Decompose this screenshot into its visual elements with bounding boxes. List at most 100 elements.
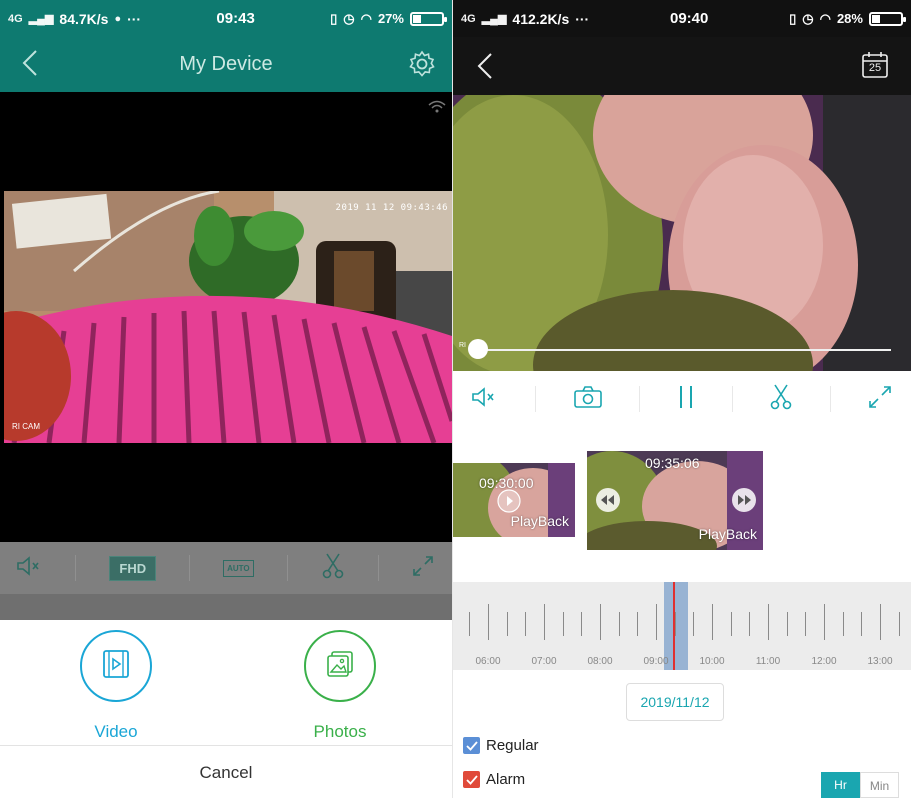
photos-circle[interactable] [304,630,376,702]
wifi-icon: ◠ [360,10,372,26]
battery-percent: 28% [836,11,863,26]
regular-checkbox-icon[interactable] [463,737,480,754]
page-title: My Device [179,53,273,75]
wifi-signal-icon [428,100,446,119]
timeline-tick [824,604,825,640]
auto-button[interactable]: AUTO [223,559,254,577]
vibrate-icon: ▯ [789,10,797,26]
alarm-icon: ◷ [802,10,814,26]
clip-label: PlayBack [510,513,569,529]
scissors-icon[interactable] [769,383,793,416]
timeline-tick [861,612,863,636]
zoom-toggle: Hr Min [821,772,899,798]
clock: 09:40 [669,10,709,27]
live-video[interactable]: 2019 11 12 09:43:46 RI CAM [0,92,452,542]
battery-icon [868,11,906,26]
timeline-tick [674,612,676,636]
timeline-hour-label: 06:00 [475,656,501,667]
app-header: My Device [0,37,452,92]
minute-zoom-button[interactable]: Min [860,772,899,798]
legend-label: Alarm [486,771,526,788]
status-bar: 4G ▂▄▆ 84.7K/s ● ··· 09:43 ▯ ◷ ◠ 27% [0,0,452,37]
timeline-tick [600,604,601,640]
toolbar-divider [638,386,640,412]
forward-icon[interactable] [731,487,757,518]
timeline-hour-label: 07:00 [531,656,557,667]
data-rate: 84.7K/s [59,10,109,27]
gear-icon[interactable] [408,50,436,83]
toolbar-divider [377,555,379,581]
timeline-tick [898,612,900,636]
toolbar-divider [75,555,77,581]
legend-alarm[interactable]: Alarm [463,771,525,788]
timeline-tick [805,612,807,636]
timeline-hour-label: 12:00 [811,656,837,667]
mute-icon[interactable] [16,555,42,582]
photos-label: Photos [313,722,367,741]
wifi-icon: ◠ [819,10,831,26]
camera-timestamp: 2019 11 12 09:43:46 [335,203,448,213]
playback-video[interactable]: RI [453,95,911,371]
legend-label: Regular [486,737,539,754]
toolbar-divider [189,555,191,581]
photos-option[interactable]: Photos [280,630,400,742]
alarm-checkbox-icon[interactable] [463,771,480,788]
film-icon [102,649,130,684]
date-selector[interactable]: 2019/11/12 [626,683,724,721]
timeline-tick [842,612,844,636]
mute-icon[interactable] [471,386,499,413]
timeline-tick [786,612,788,636]
timeline-tick [637,612,639,636]
timeline-hour-label: 11:00 [755,656,781,667]
video-label: Video [94,722,138,741]
toolbar-divider [829,386,831,412]
timeline-hour-label: 13:00 [867,656,893,667]
timeline-tick [749,612,751,636]
dim-overlay[interactable] [0,594,452,620]
fullscreen-icon[interactable] [867,384,893,415]
pause-icon[interactable] [676,384,696,415]
timeline-tick [581,612,583,636]
toolbar-divider [732,386,734,412]
recording-clip[interactable]: 09:35:06 PlayBack [587,451,763,550]
battery-level [412,14,421,23]
rewind-icon[interactable] [595,487,621,518]
left-panel: 4G ▂▄▆ 84.7K/s ● ··· 09:43 ▯ ◷ ◠ 27% My … [0,0,452,798]
data-rate: 412.2K/s [512,10,570,27]
media-sheet: Video Photos Cancel [0,620,452,798]
playback-toolbar [453,371,911,428]
hour-zoom-button[interactable]: Hr [821,772,860,798]
quality-button[interactable]: FHD [109,555,157,581]
timeline-tick [544,604,545,640]
seek-handle[interactable] [468,339,488,359]
video-watermark: RI [459,342,466,349]
timeline-tick [693,612,695,636]
battery-icon [409,11,447,26]
calendar-day: 25 [868,62,882,74]
recording-clip[interactable]: 09:30:00 PlayBack [453,463,575,537]
alarm-icon: ◷ [343,10,355,26]
status-bar: 4G ▂▄▆ 412.2K/s ··· 09:40 ▯ ◷ ◠ 28% [453,0,911,37]
timeline-tick [562,612,564,636]
fullscreen-icon[interactable] [411,554,435,583]
timeline-tick [880,604,881,640]
camera-icon[interactable] [573,385,603,414]
scissors-icon[interactable] [321,552,345,585]
cancel-button[interactable]: Cancel [0,745,452,798]
calendar-icon[interactable]: 25 [861,51,889,79]
toolbar-divider [535,386,537,412]
network-indicator: 4G [461,12,476,25]
player-toolbar: FHD AUTO [0,542,452,594]
back-arrow-icon[interactable] [477,52,493,85]
timeline-tick [712,604,713,640]
seek-track[interactable] [473,349,891,351]
timeline[interactable]: 06:00 07:00 08:00 09:00 10:00 11:00 12:00 13:00 [453,582,911,670]
legend-regular[interactable]: Regular [463,737,539,754]
video-circle[interactable] [80,630,152,702]
timeline-tick [525,612,527,636]
signal-bars-icon: ▂▄▆ [28,13,54,25]
camera-watermark: RI CAM [12,422,40,431]
timeline-tick [618,612,620,636]
video-option[interactable]: Video [56,630,176,742]
timeline-tick [656,604,657,640]
